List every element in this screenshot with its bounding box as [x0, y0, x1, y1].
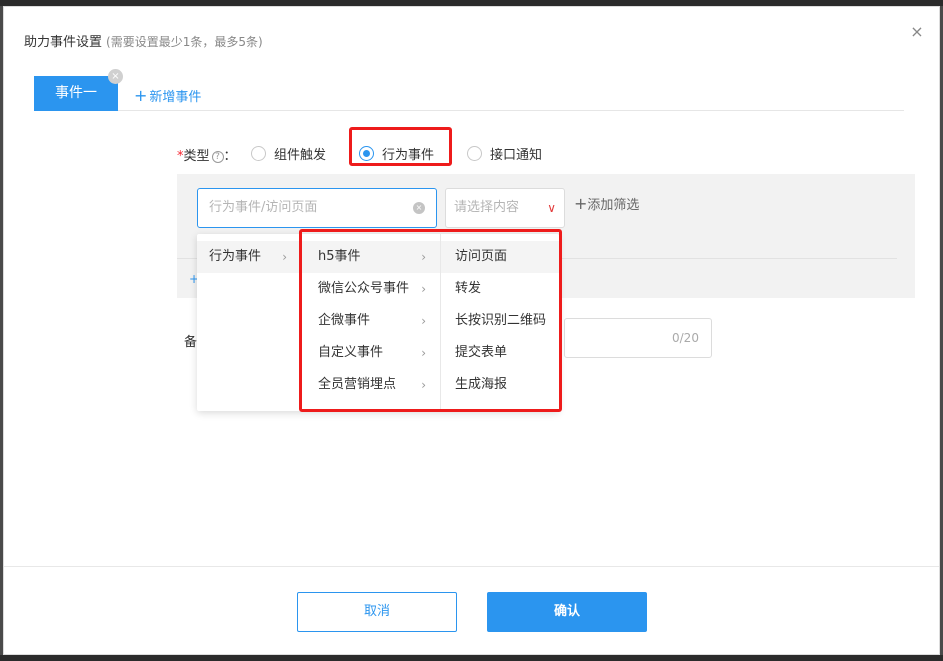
plus-icon: + — [134, 86, 148, 105]
radio-circle — [251, 145, 266, 161]
chevron-right-icon: › — [282, 250, 287, 264]
content-select-placeholder: 请选择内容 — [454, 200, 520, 215]
dialog-title: 助力事件设置 (需要设置最少1条，最多5条) — [24, 31, 263, 50]
dialog-subtitle: (需要设置最少1条，最多5条) — [106, 35, 263, 49]
remark-label: 备 — [184, 335, 198, 350]
radio-component-trigger[interactable]: 组件触发 — [251, 143, 326, 163]
footer-divider — [4, 566, 939, 567]
tab-remove-icon[interactable]: × — [108, 69, 123, 84]
type-label: *类型?： — [177, 145, 237, 164]
tab-event-1[interactable]: 事件一 — [34, 76, 118, 111]
remark-char-counter: 0/20 — [672, 331, 699, 345]
add-event-button[interactable]: + 新增事件 — [134, 86, 201, 105]
radio-label: 接口通知 — [490, 147, 543, 163]
tabs-divider — [34, 110, 904, 111]
close-icon[interactable]: × — [908, 23, 926, 41]
content-select[interactable]: 请选择内容 ∨ — [445, 188, 565, 228]
clear-icon[interactable]: × — [413, 202, 425, 214]
cascader-option-label: 行为事件 — [209, 249, 262, 264]
dialog-title-text: 助力事件设置 — [24, 35, 103, 50]
event-select-input[interactable]: 行为事件/访问页面 — [197, 188, 437, 228]
backdrop-bottom — [0, 655, 943, 661]
add-filter-button[interactable]: +添加筛选 — [574, 194, 639, 213]
radio-api-notification[interactable]: 接口通知 — [467, 143, 542, 163]
type-label-text: 类型 — [183, 149, 210, 164]
radio-label: 组件触发 — [274, 147, 327, 163]
highlight-box-cascader — [299, 229, 562, 412]
help-icon[interactable]: ? — [211, 151, 224, 163]
radio-circle — [467, 145, 482, 161]
plus-icon: + — [574, 194, 588, 213]
cascader-column-1: 行为事件 › — [197, 234, 302, 411]
cancel-button[interactable]: 取消 — [297, 592, 457, 632]
add-filter-label: 添加筛选 — [587, 198, 640, 213]
highlight-box-behavior — [349, 127, 452, 166]
type-label-colon: ： — [223, 149, 237, 164]
confirm-button[interactable]: 确认 — [487, 592, 647, 632]
cascader-option[interactable]: 行为事件 › — [197, 241, 301, 273]
event-settings-dialog: 助力事件设置 (需要设置最少1条，最多5条) × 事件一 × + 新增事件 *类型?… — [3, 6, 940, 655]
add-event-label: 新增事件 — [149, 90, 202, 105]
chevron-down-icon: ∨ — [547, 201, 556, 215]
